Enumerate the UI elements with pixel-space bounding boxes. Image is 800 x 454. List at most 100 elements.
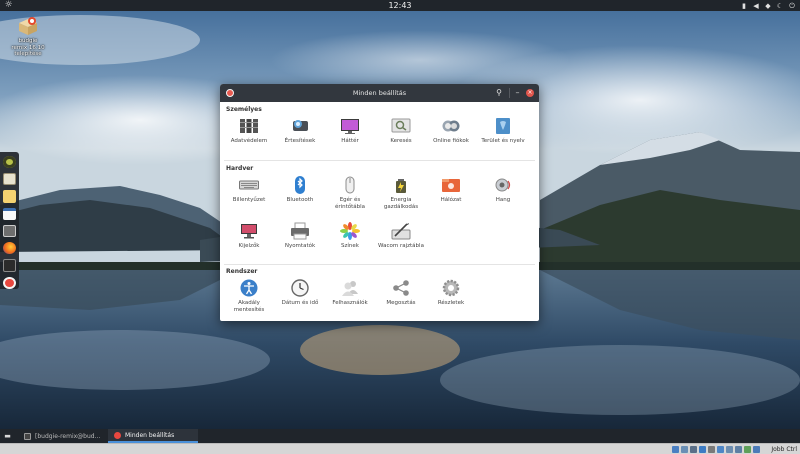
section-divider bbox=[224, 264, 535, 265]
settings-icon[interactable] bbox=[3, 276, 16, 290]
settings-item-region-language[interactable]: Terület és nyelv bbox=[478, 117, 528, 145]
settings-item-accessibility[interactable]: Akadály mentesítés bbox=[224, 279, 274, 313]
terminal-icon[interactable] bbox=[3, 259, 16, 272]
close-button[interactable]: × bbox=[526, 89, 534, 97]
image-viewer-icon[interactable] bbox=[3, 173, 16, 186]
network-icon bbox=[441, 176, 461, 194]
mouse-icon bbox=[340, 176, 360, 194]
settings-item-details[interactable]: Részletek bbox=[426, 279, 476, 307]
desktop-icon-label: budgie remix 16.10 telepítése bbox=[8, 38, 48, 58]
notifications-icon bbox=[290, 117, 310, 135]
settings-item-printers[interactable]: Nyomtatók bbox=[275, 222, 325, 250]
sharing-icon bbox=[391, 279, 411, 297]
calendar-icon[interactable] bbox=[3, 207, 16, 220]
users-icon bbox=[340, 279, 360, 297]
optical-drive-icon[interactable] bbox=[681, 446, 688, 453]
settings-item-mouse-touchpad[interactable]: Egér és érintőtábla bbox=[325, 176, 375, 210]
settings-item-power-management[interactable]: Energia gazdálkodás bbox=[376, 176, 426, 210]
notifications-icon[interactable]: ◆ bbox=[764, 2, 772, 10]
settings-item-label: Wacom rajztábla bbox=[378, 243, 424, 249]
settings-item-label: Energia gazdálkodás bbox=[383, 197, 419, 210]
battery-icon[interactable]: ▮ bbox=[740, 2, 748, 10]
settings-item-wacom[interactable]: Wacom rajztábla bbox=[376, 222, 426, 250]
hard-disk-icon[interactable] bbox=[672, 446, 679, 453]
power-icon[interactable]: ⏻ bbox=[788, 2, 796, 10]
background-icon bbox=[340, 117, 360, 135]
installer-package-icon bbox=[17, 16, 39, 36]
settings-item-privacy[interactable]: Adatvédelem bbox=[224, 117, 274, 145]
settings-item-label: Megosztás bbox=[386, 300, 416, 306]
settings-item-date-time[interactable]: Dátum és idő bbox=[275, 279, 325, 307]
settings-item-notifications[interactable]: Értesítések bbox=[275, 117, 325, 145]
settings-item-label: Részletek bbox=[437, 300, 465, 306]
settings-item-label: Hang bbox=[495, 197, 511, 203]
wacom-icon bbox=[391, 222, 411, 240]
titlebar-separator bbox=[509, 88, 510, 98]
top-panel: ☼ 12:43 ▮ ◀ ◆ ☾ ⏻ bbox=[0, 0, 800, 11]
keyboard-icon bbox=[239, 176, 259, 194]
search-button[interactable]: ⚲ bbox=[494, 88, 504, 98]
notes-icon[interactable] bbox=[3, 190, 16, 203]
settings-item-label: Dátum és idő bbox=[281, 300, 319, 306]
task-settings[interactable]: Minden beállítás bbox=[108, 429, 198, 443]
settings-item-label: Értesítések bbox=[284, 138, 316, 144]
settings-item-label: Bluetooth bbox=[286, 197, 314, 203]
settings-item-sound[interactable]: Hang bbox=[478, 176, 528, 204]
display-icon[interactable] bbox=[726, 446, 733, 453]
settings-item-label: Terület és nyelv bbox=[481, 138, 525, 144]
clock-icon bbox=[290, 279, 310, 297]
details-gear-icon bbox=[441, 279, 461, 297]
window-titlebar[interactable]: Minden beállítás ⚲ – × bbox=[220, 84, 539, 102]
shared-folders-icon[interactable] bbox=[717, 446, 724, 453]
firefox-icon[interactable] bbox=[3, 242, 16, 255]
window-title: Minden beállítás bbox=[352, 89, 407, 97]
settings-item-background[interactable]: Háttér bbox=[325, 117, 375, 145]
settings-item-label: Akadály mentesítés bbox=[233, 300, 265, 313]
settings-item-displays[interactable]: Kijelzők bbox=[224, 222, 274, 250]
clock: 12:43 bbox=[0, 0, 800, 11]
budgie-welcome-icon[interactable] bbox=[3, 156, 16, 169]
show-desktop-icon[interactable]: ▬ bbox=[3, 432, 12, 440]
task-terminal[interactable]: [budgie-remix@bud... bbox=[18, 429, 106, 443]
usb-icon[interactable] bbox=[708, 446, 715, 453]
host-key-label: Jobb Ctrl bbox=[771, 446, 797, 453]
settings-item-label: Egér és érintőtábla bbox=[334, 197, 366, 210]
settings-item-bluetooth[interactable]: Bluetooth bbox=[275, 176, 325, 204]
color-icon bbox=[340, 222, 360, 240]
network-adapter-icon[interactable] bbox=[699, 446, 706, 453]
settings-item-label: Billentyűzet bbox=[232, 197, 266, 203]
region-language-icon bbox=[493, 117, 513, 135]
displays-icon bbox=[239, 222, 259, 240]
accessibility-icon bbox=[239, 279, 259, 297]
budgie-menu-icon[interactable]: ☼ bbox=[3, 0, 14, 11]
settings-item-color[interactable]: Színek bbox=[325, 222, 375, 250]
desktop-installer-shortcut[interactable]: budgie remix 16.10 telepítése bbox=[8, 16, 48, 58]
settings-item-label: Nyomtatók bbox=[284, 243, 316, 249]
cpu-icon[interactable] bbox=[744, 446, 751, 453]
clock-label[interactable]: 12:43 bbox=[388, 1, 411, 10]
settings-item-search[interactable]: Keresés bbox=[376, 117, 426, 145]
vm-device-icons bbox=[672, 446, 760, 453]
minimize-button[interactable]: – bbox=[513, 88, 522, 98]
section-divider bbox=[224, 160, 535, 161]
volume-icon[interactable]: ◀ bbox=[752, 2, 760, 10]
settings-item-network[interactable]: Hálózat bbox=[426, 176, 476, 204]
night-light-icon[interactable]: ☾ bbox=[776, 2, 784, 10]
printers-icon bbox=[290, 222, 310, 240]
settings-item-label: Adatvédelem bbox=[230, 138, 268, 144]
audio-icon[interactable] bbox=[690, 446, 697, 453]
settings-app-icon bbox=[114, 431, 121, 439]
settings-item-sharing[interactable]: Megosztás bbox=[376, 279, 426, 307]
settings-item-label: Háttér bbox=[341, 138, 359, 144]
settings-item-users[interactable]: Felhasználók bbox=[325, 279, 375, 307]
recording-icon[interactable] bbox=[735, 446, 742, 453]
sound-icon bbox=[493, 176, 513, 194]
mouse-integration-icon[interactable] bbox=[753, 446, 760, 453]
terminal-icon bbox=[24, 432, 31, 440]
settings-item-label: Felhasználók bbox=[332, 300, 368, 306]
settings-item-online-accounts[interactable]: Online fiókok bbox=[426, 117, 476, 145]
settings-item-label: Kijelzők bbox=[238, 243, 260, 249]
settings-item-keyboard[interactable]: Billentyűzet bbox=[224, 176, 274, 204]
bluetooth-icon bbox=[290, 176, 310, 194]
screenshot-icon[interactable] bbox=[3, 224, 16, 238]
